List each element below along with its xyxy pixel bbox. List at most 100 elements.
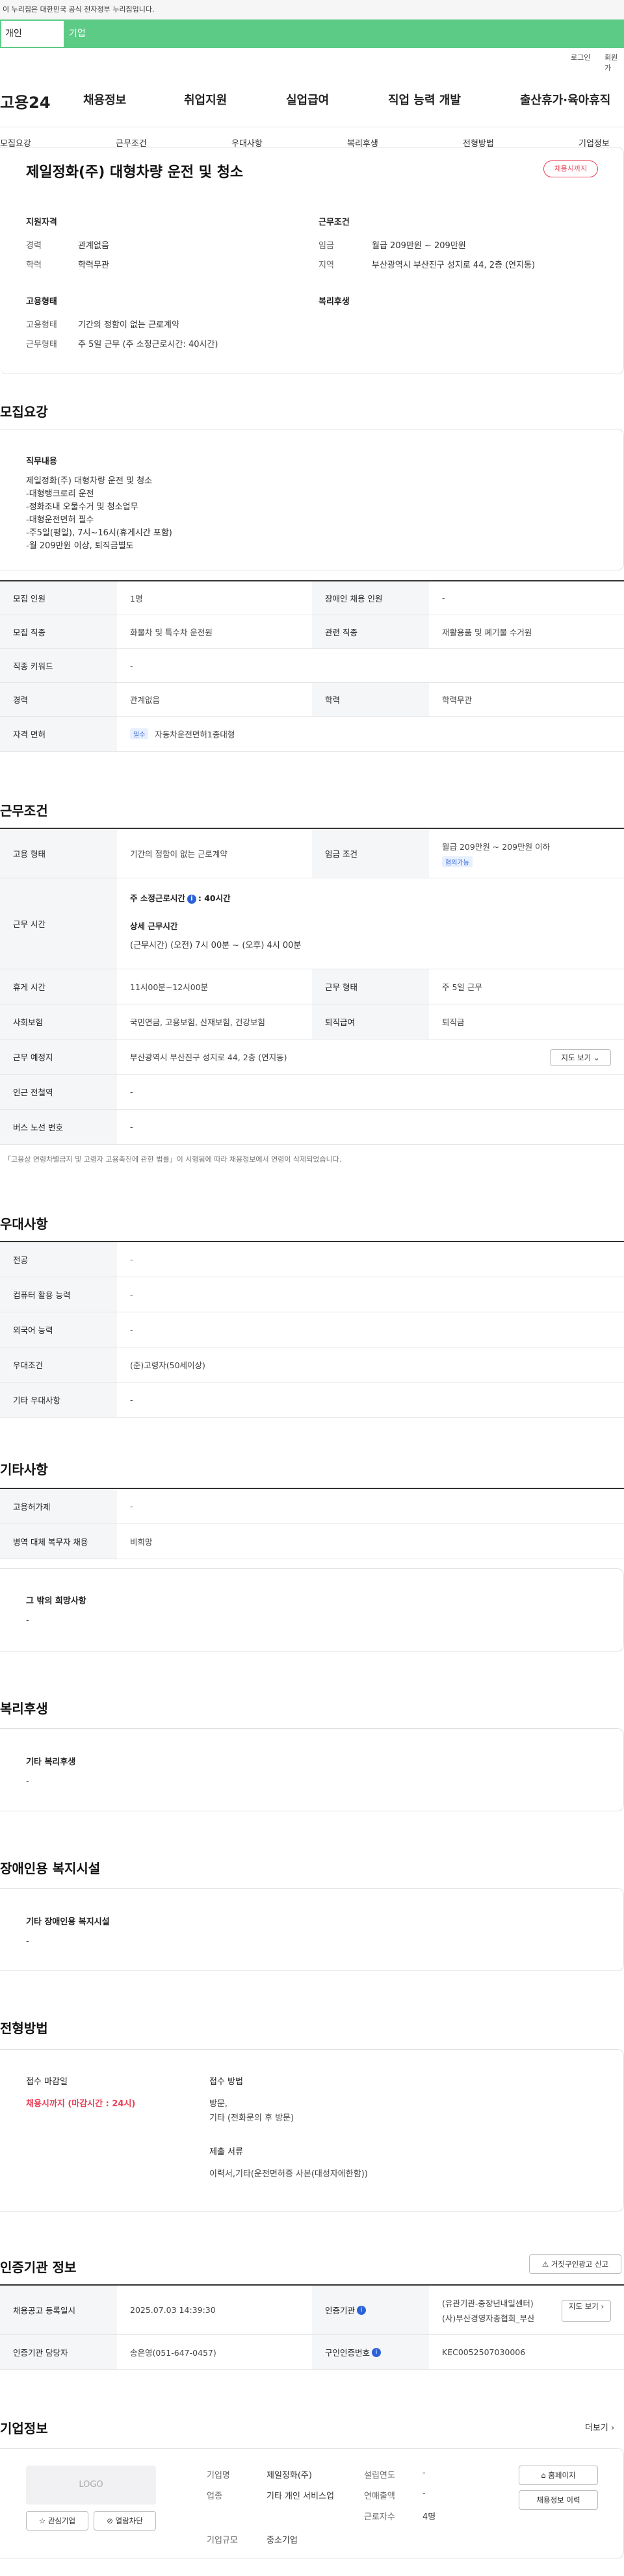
tab-company[interactable]: 기업 <box>64 19 624 48</box>
hours-value: 40시간 <box>204 893 231 903</box>
company-field-label: 연매출액 <box>364 2492 395 2501</box>
company-card: LOGO ☆ 관심기업 ⊘ 열람차단 기업명 제일정화(주) 업종 기타 개인 … <box>0 2448 624 2558</box>
chevron-down-icon: ⌄ <box>593 1053 600 1062</box>
table-row: 경력 관계없음 학력 학력무관 <box>0 683 624 717</box>
duty-line: -대형탱크로리 운전 <box>26 489 94 499</box>
agency-map-button[interactable]: 지도 보기 › <box>562 2300 611 2322</box>
info-icon[interactable]: i <box>357 2305 367 2315</box>
gnb-parental-leave[interactable]: 출산휴가·육아휴직 <box>520 91 610 108</box>
screening-box: 접수 마감일 채용시까지 (마감시간 : 24시) 접수 방법 방문, 기타 (… <box>0 2049 624 2212</box>
block-label: 열람차단 <box>115 2516 143 2525</box>
more-label: 더보기 <box>585 2423 608 2433</box>
cond-label: 임금 <box>318 241 334 251</box>
gnb-vocational-training[interactable]: 직업 능력 개발 <box>388 91 461 108</box>
table-header: 채용공고 등록일시 <box>0 2286 117 2334</box>
table-header: 모집 인원 <box>0 581 117 615</box>
info-icon[interactable]: i <box>187 894 196 904</box>
table-row: 고용 형태 기간의 정함이 없는 근로계약 임금 조건 월급 209만원 ~ 2… <box>0 829 624 878</box>
welfare-box-title: 기타 복리후생 <box>26 1757 76 1767</box>
table-row: 직종 키워드 - <box>0 649 624 683</box>
table-header: 인증기관 담당자 <box>0 2335 117 2369</box>
login-link[interactable]: 로그인 <box>571 52 590 62</box>
table-header: 병역 대체 복무자 채용 <box>0 1524 117 1559</box>
gnb-unemployment-benefit[interactable]: 실업급여 <box>286 91 329 108</box>
method-title: 접수 방법 <box>209 2077 243 2087</box>
table-row: 휴게 시간 11시00분~12시00분 근무 형태 주 5일 근무 <box>0 969 624 1004</box>
emp-label: 고용형태 <box>26 320 57 330</box>
table-row: 버스 노선 번호 - <box>0 1110 624 1145</box>
table-cell: 월급 209만원 ~ 209만원 이하 협의가능 <box>429 829 624 878</box>
gnb-jobs[interactable]: 채용정보 <box>83 91 126 108</box>
hours-title: 주 소정근로시간 <box>130 893 185 903</box>
duty-line: -정화조내 오물수거 및 청소업무 <box>26 502 138 512</box>
duty-title: 직무내용 <box>26 457 57 466</box>
table-header: 임금 조건 <box>312 829 429 878</box>
company-field-value: 제일정화(주) <box>266 2471 312 2480</box>
table-header: 우대조건 <box>0 1347 117 1382</box>
table-cell: - <box>130 1290 133 1299</box>
alert-icon: ⚠ <box>541 2260 549 2269</box>
tab-individual[interactable]: 개인 <box>0 19 64 48</box>
deadline-value: 채용시까지 (마감시간 : 24시) <box>26 2099 136 2109</box>
table-header: 전공 <box>0 1242 117 1277</box>
gov-banner: 이 누리집은 대한민국 공식 전자정부 누리집입니다. <box>0 0 624 19</box>
job-history-button[interactable]: 채용정보 이력 <box>519 2490 598 2510</box>
gnb-employment-support[interactable]: 취업지원 <box>184 91 227 108</box>
docs-title: 제출 서류 <box>209 2147 243 2157</box>
table-cell: - <box>130 1501 133 1511</box>
map-button[interactable]: 지도 보기 ⌄ <box>550 1049 611 1066</box>
audience-tabs: 개인 기업 <box>0 19 624 48</box>
emp-value: 주 5일 근무 (주 소정근로시간: 40시간) <box>78 340 218 350</box>
table-cell: 필수 자동차운전면허1종대형 <box>117 717 624 751</box>
chevron-right-icon: › <box>611 2423 615 2433</box>
wage-value: 월급 209만원 ~ 209만원 이하 <box>442 841 551 852</box>
table-header: 직종 키워드 <box>0 649 117 682</box>
table-header: 기타 우대사항 <box>0 1383 117 1417</box>
table-cell: - <box>130 1087 133 1097</box>
homepage-button[interactable]: ⌂ 홈페이지 <box>519 2466 598 2485</box>
company-field-value: 기타 개인 서비스업 <box>266 2492 334 2501</box>
info-icon[interactable]: i <box>372 2347 382 2357</box>
table-header: 자격 면허 <box>0 717 117 751</box>
cond-value: 월급 209만원 ~ 209만원 <box>372 241 466 251</box>
table-cell: - <box>130 661 133 670</box>
table-row: 근무 시간 주 소정근로시간 i: 40시간 상세 근무시간 (근무시간) (오전… <box>0 878 624 969</box>
reqno-header: 구인인증번호 <box>325 2348 370 2358</box>
site-logo[interactable]: 고용24 <box>0 90 51 112</box>
map-button-label: 지도 보기 <box>561 1053 592 1062</box>
emp-label: 근무형태 <box>26 340 57 350</box>
report-button-label: 거짓구인광고 신고 <box>551 2260 609 2269</box>
section-title-screening: 전형방법 <box>0 2021 48 2036</box>
table-header: 근무 예정지 <box>0 1039 117 1074</box>
table-header: 퇴직급여 <box>312 1004 429 1039</box>
qual-value: 관계없음 <box>78 241 109 251</box>
duty-box: 직무내용 제일정화(주) 대형차량 운전 및 청소 -대형탱크로리 운전 -정화… <box>0 429 624 570</box>
table-cell: 기간의 정함이 없는 근로계약 <box>130 849 228 859</box>
qual-label: 경력 <box>26 241 42 251</box>
block-view-button[interactable]: ⊘ 열람차단 <box>94 2511 156 2531</box>
table-header: 경력 <box>0 683 117 716</box>
section-title-etc: 기타사항 <box>0 1462 48 1477</box>
etc-box-title: 그 밖의 희망사항 <box>26 1596 86 1606</box>
interest-company-button[interactable]: ☆ 관심기업 <box>26 2511 88 2531</box>
qual-title: 지원자격 <box>26 218 57 227</box>
table-cell: 송은영(051-647-0457) <box>130 2348 216 2358</box>
section-title-work: 근무조건 <box>0 803 48 819</box>
welfare-box-value: - <box>26 1777 29 1787</box>
report-fake-ad-button[interactable]: ⚠ 거짓구인광고 신고 <box>529 2254 621 2274</box>
table-header: 관련 직종 <box>312 615 429 648</box>
table-cell: 2025.07.03 14:39:30 <box>130 2305 216 2315</box>
table-cell: 재활용품 및 폐기물 수거원 <box>442 628 532 637</box>
join-link[interactable]: 회원가 <box>604 52 624 73</box>
table-header: 인근 전철역 <box>0 1075 117 1109</box>
block-icon: ⊘ <box>107 2516 113 2525</box>
company-more-link[interactable]: 더보기 › <box>585 2421 614 2433</box>
duty-line: 제일정화(주) 대형차량 운전 및 청소 <box>26 476 153 486</box>
company-field-value: - <box>422 2489 426 2499</box>
table-row: 인증기관 담당자 송은영(051-647-0457) 구인인증번호 i KEC00… <box>0 2335 624 2370</box>
table-cell: 부산광역시 부산진구 성지로 44, 2층 (연지동) <box>130 1052 287 1062</box>
table-header: 외국어 능력 <box>0 1312 117 1347</box>
table-cell: 주 5일 근무 <box>442 982 482 992</box>
table-row: 인근 전철역 - <box>0 1075 624 1110</box>
table-row: 컴퓨터 활용 능력 - <box>0 1277 624 1312</box>
